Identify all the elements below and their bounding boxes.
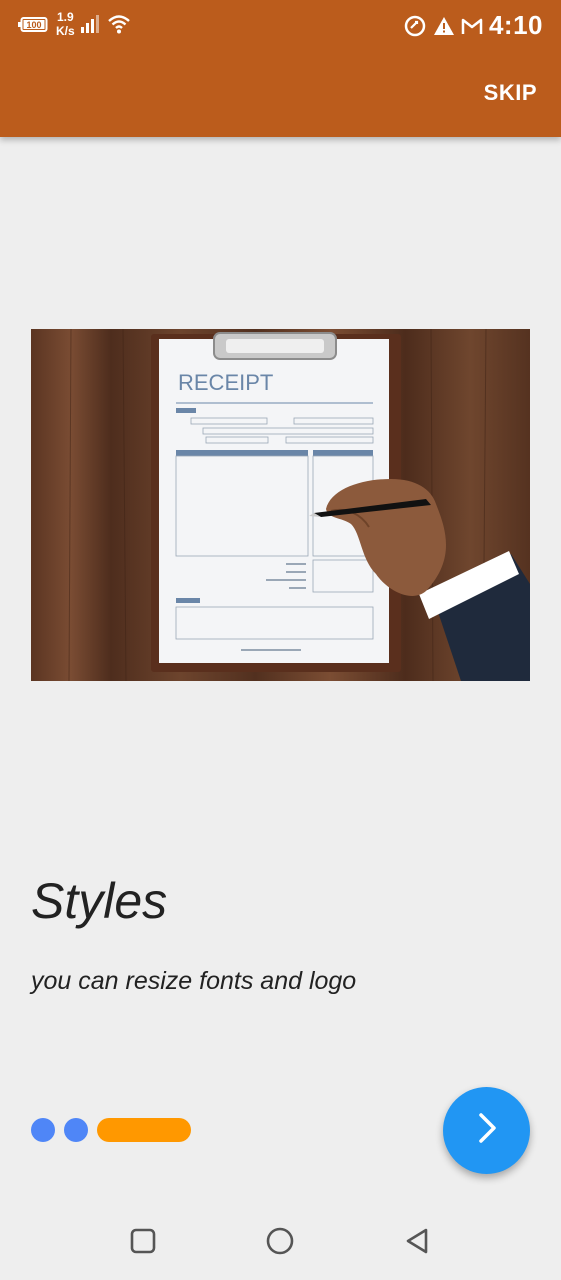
net-speed-unit: K/s xyxy=(56,24,75,38)
wifi-icon xyxy=(107,12,131,36)
sync-icon xyxy=(403,14,427,38)
net-speed-value: 1.9 xyxy=(57,10,74,24)
app-bar: 100 1.9 K/s 4:10 SKIP xyxy=(0,0,561,137)
battery-icon: 100 xyxy=(18,17,48,32)
next-button[interactable] xyxy=(443,1087,530,1174)
circle-icon xyxy=(265,1226,295,1261)
page-dot-2 xyxy=(64,1118,88,1142)
status-bar: 100 1.9 K/s 4:10 xyxy=(0,0,561,52)
gmail-icon xyxy=(461,17,483,35)
onboarding-screen: 100 1.9 K/s 4:10 SKIP RECEIPT Styles you… xyxy=(0,0,561,1280)
chevron-right-icon xyxy=(472,1111,502,1150)
page-subtitle: you can resize fonts and logo xyxy=(31,967,357,995)
back-button[interactable] xyxy=(402,1228,432,1258)
triangle-back-icon xyxy=(402,1226,432,1261)
page-title: Styles xyxy=(31,873,168,929)
square-icon xyxy=(129,1227,157,1260)
battery-level: 100 xyxy=(26,20,41,30)
system-nav-bar xyxy=(0,1204,561,1280)
skip-button[interactable]: SKIP xyxy=(484,80,537,106)
page-dot-3-active xyxy=(97,1118,191,1142)
receipt-illustration: RECEIPT xyxy=(31,329,530,681)
network-speed: 1.9 K/s xyxy=(56,10,75,38)
page-dot-1 xyxy=(31,1118,55,1142)
status-time: 4:10 xyxy=(488,10,543,40)
signal-icon xyxy=(80,14,102,34)
page-indicator xyxy=(31,1118,191,1142)
receipt-heading: RECEIPT xyxy=(178,370,273,395)
recent-apps-button[interactable] xyxy=(128,1228,158,1258)
home-button[interactable] xyxy=(265,1226,295,1261)
warning-icon xyxy=(433,16,455,36)
status-right-group: 4:10 xyxy=(403,10,543,41)
